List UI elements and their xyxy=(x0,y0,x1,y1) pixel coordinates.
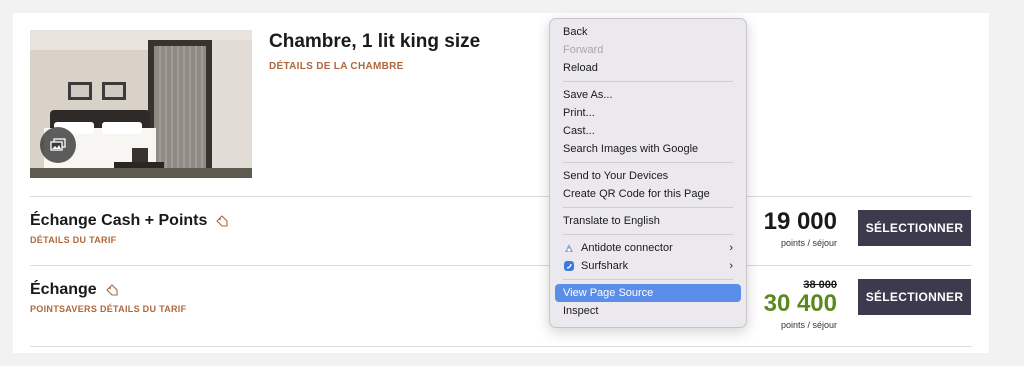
submenu-arrow-icon: › xyxy=(729,260,733,272)
surfshark-icon xyxy=(564,261,574,272)
menu-separator xyxy=(563,81,733,82)
gallery-button[interactable] xyxy=(40,127,76,163)
select-button-cash-points[interactable]: SÉLECTIONNER xyxy=(858,210,971,246)
antidote-icon xyxy=(565,244,573,253)
room-photo[interactable] xyxy=(30,30,252,178)
menu-item-send-to-devices[interactable]: Send to Your Devices xyxy=(555,167,741,185)
room-details-link[interactable]: DÉTAILS DE LA CHAMBRE xyxy=(269,61,404,72)
context-menu: Back Forward Reload Save As... Print... … xyxy=(549,18,747,328)
room-card: Chambre, 1 lit king size DÉTAILS DE LA C… xyxy=(13,13,989,353)
menu-item-save-as[interactable]: Save As... xyxy=(555,86,741,104)
menu-item-view-page-source[interactable]: View Page Source xyxy=(555,284,741,302)
price-value: 30 400 xyxy=(763,290,837,317)
divider xyxy=(30,196,972,197)
menu-item-forward: Forward xyxy=(563,44,604,56)
price-value: 19 000 xyxy=(763,208,837,235)
submenu-arrow-icon: › xyxy=(729,242,733,254)
menu-item-label: Surfshark xyxy=(581,260,629,272)
menu-item-antidote[interactable]: Antidote connector › xyxy=(555,239,741,257)
menu-separator xyxy=(563,162,733,163)
menu-separator xyxy=(563,279,733,280)
menu-item-label: Antidote connector xyxy=(581,242,673,254)
menu-item-surfshark[interactable]: Surfshark › xyxy=(555,257,741,275)
menu-separator xyxy=(563,234,733,235)
menu-item-cast[interactable]: Cast... xyxy=(555,122,741,140)
rate-title-exchange: Échange xyxy=(30,281,119,299)
tag-icon[interactable] xyxy=(105,283,119,297)
price-exchange: 38 000 30 400 points / séjour xyxy=(764,279,837,330)
rate-title-label: Échange xyxy=(30,281,97,298)
rate-details-link[interactable]: POINTSAVERS DÉTAILS DU TARIF xyxy=(30,304,186,314)
menu-separator xyxy=(563,207,733,208)
tag-icon[interactable] xyxy=(215,214,229,228)
menu-item-search-images[interactable]: Search Images with Google xyxy=(555,140,741,158)
select-button-exchange[interactable]: SÉLECTIONNER xyxy=(858,279,971,315)
price-unit: points / séjour xyxy=(780,238,837,248)
menu-item-inspect[interactable]: Inspect xyxy=(555,302,741,320)
menu-item-back[interactable]: Back xyxy=(555,23,741,41)
rate-title-cash-points: Échange Cash + Points xyxy=(30,212,229,230)
room-title: Chambre, 1 lit king size xyxy=(269,31,481,52)
divider xyxy=(30,346,972,347)
price-unit: points / séjour xyxy=(780,320,837,330)
rate-details-link[interactable]: DÉTAILS DU TARIF xyxy=(30,235,116,245)
menu-item-create-qr[interactable]: Create QR Code for this Page xyxy=(555,185,741,203)
menu-item-translate[interactable]: Translate to English xyxy=(555,212,741,230)
divider xyxy=(30,265,972,266)
price-cash-points: 19 000 points / séjour xyxy=(763,208,837,249)
gallery-icon xyxy=(50,138,66,151)
rate-title-label: Échange Cash + Points xyxy=(30,212,208,229)
menu-item-reload[interactable]: Reload xyxy=(555,59,741,77)
menu-item-print[interactable]: Print... xyxy=(555,104,741,122)
